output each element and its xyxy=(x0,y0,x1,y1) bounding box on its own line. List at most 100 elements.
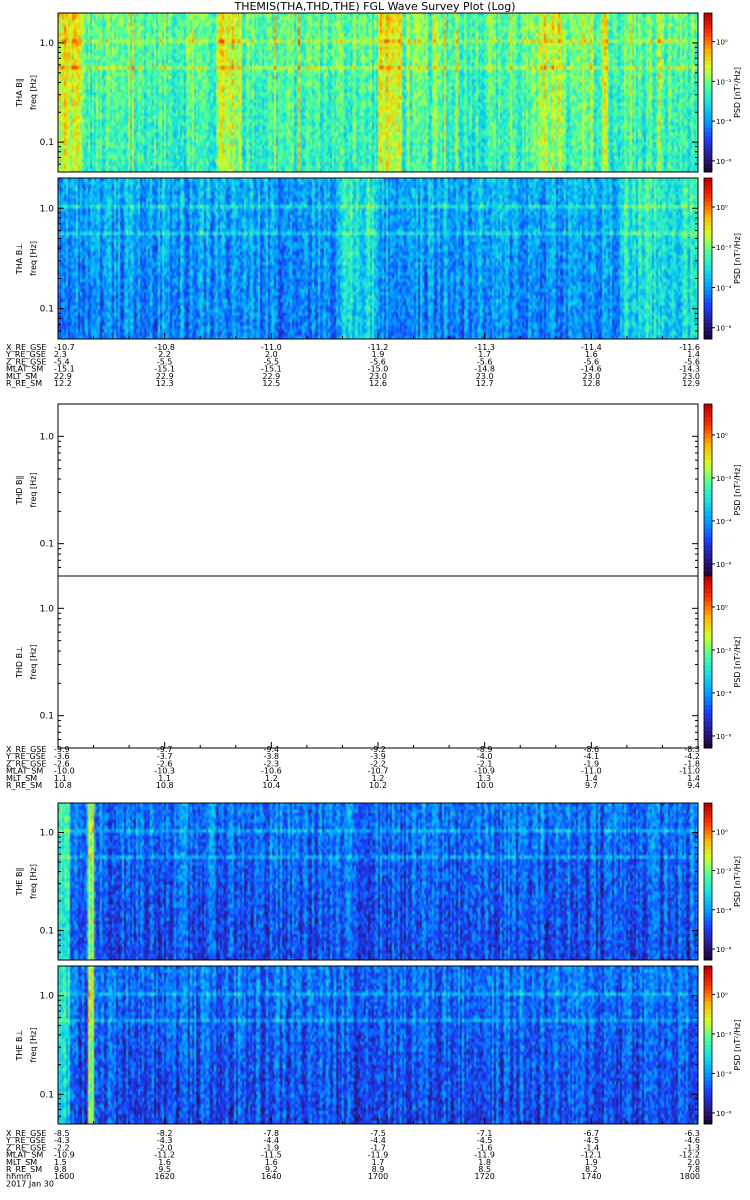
panel-label: THE B∥ xyxy=(15,868,24,897)
colorbar-step xyxy=(704,674,712,680)
colorbar-step xyxy=(704,222,712,227)
colorbar-step xyxy=(704,885,712,890)
colorbar-step xyxy=(704,897,712,902)
colorbar-step xyxy=(704,136,712,141)
ytick-label: 1.0 xyxy=(40,829,55,839)
colorbar-step xyxy=(704,226,712,231)
colorbar-step xyxy=(704,294,712,300)
colorbar-step xyxy=(704,928,712,934)
ephemeris-value: 12.7 xyxy=(476,379,494,388)
colorbar-step xyxy=(704,985,712,991)
panel-frame xyxy=(57,403,699,577)
colorbar-step xyxy=(704,1013,712,1018)
colorbar-step xyxy=(704,924,712,930)
colorbar-step xyxy=(704,905,712,910)
colorbar-step xyxy=(704,662,712,667)
colorbar-step xyxy=(704,468,712,474)
colorbar-step xyxy=(704,48,712,54)
ephemeris-row-name: R_RE_SM xyxy=(6,379,42,388)
colorbar-step xyxy=(704,1048,712,1054)
colorbar-tick-label: 10⁻⁴ xyxy=(716,690,732,698)
ephemeris-value: 1700 xyxy=(368,1172,388,1181)
ylabel: freq [Hz] xyxy=(29,75,38,110)
colorbar-step xyxy=(704,1029,712,1034)
colorbar-tick-label: 10⁻² xyxy=(716,868,732,876)
colorbar-step xyxy=(704,502,712,508)
colorbar-step xyxy=(704,330,712,336)
colorbar-step xyxy=(704,230,712,235)
colorbar-step xyxy=(704,210,712,215)
colorbar-step xyxy=(704,948,712,953)
colorbar-step xyxy=(704,464,712,469)
ephemeris-block-3: X_RE_GSE -8.5 -8.2 -7.8 -7.5 -7.1 -6.7 -6.3Y_RE… xyxy=(5,1118,700,1181)
colorbar-step xyxy=(704,644,712,650)
colorbar-step xyxy=(704,108,712,113)
colorbar-step xyxy=(704,1033,712,1038)
colorbar-step xyxy=(704,421,712,426)
ephemeris-block-1: X_RE_GSE -10.7 -10.8 -11.0 -11.2 -11.3 -11.4 -1… xyxy=(5,333,700,388)
colorbar-step xyxy=(704,940,712,945)
colorbar-tick-label: 10⁰ xyxy=(716,828,728,836)
colorbar-step xyxy=(704,649,712,654)
colorbar-step xyxy=(704,952,712,957)
colorbar-step xyxy=(704,84,712,90)
colorbar-tick-label: 10⁻⁴ xyxy=(716,1070,732,1078)
colorbar-step xyxy=(704,1088,712,1093)
colorbar-step xyxy=(704,455,712,461)
colorbar-step xyxy=(704,713,712,719)
colorbar-step xyxy=(704,1076,712,1082)
colorbar-step xyxy=(704,822,712,828)
colorbar-step xyxy=(704,636,712,641)
colorbar-step xyxy=(704,190,712,195)
colorbar-step xyxy=(704,726,712,732)
colorbar-tick-label: 10⁰ xyxy=(716,604,728,612)
colorbar-step xyxy=(704,270,712,276)
ephemeris-value: 1620 xyxy=(154,1172,174,1181)
colorbar-step xyxy=(704,40,712,46)
colorbar-step xyxy=(704,818,712,824)
colorbar-step xyxy=(704,298,712,304)
colorbar-step xyxy=(704,218,712,223)
colorbar-label: PSD [nT²/Hz] xyxy=(733,67,742,118)
colorbar-step xyxy=(704,558,712,564)
colorbar-step xyxy=(704,936,712,941)
colorbar-step xyxy=(704,152,712,157)
colorbar-step xyxy=(704,696,712,702)
panel-label: THA B∥ xyxy=(15,78,24,107)
colorbar-step xyxy=(704,477,712,482)
spectrogram-panel-1: 1.0 0.1 THA B∥ freq [Hz] 10⁰ 10⁻² 10⁻⁴ 10⁻⁶ PSD … xyxy=(15,12,742,173)
colorbar-step xyxy=(704,140,712,145)
colorbar-step xyxy=(704,28,712,34)
colorbar-step xyxy=(704,520,712,525)
colorbar-step xyxy=(704,640,712,646)
colorbar-step xyxy=(704,258,712,264)
colorbar-step xyxy=(704,739,712,745)
panel-label: THD B∥ xyxy=(15,475,24,505)
ephemeris-value: 1800 xyxy=(680,1172,700,1181)
colorbar-step xyxy=(704,908,712,914)
colorbar-step xyxy=(704,912,712,918)
colorbar-step xyxy=(704,306,712,312)
colorbar-step xyxy=(704,314,712,320)
colorbar-step xyxy=(704,156,712,161)
ephemeris-value: 12.5 xyxy=(262,379,280,388)
colorbar-step xyxy=(704,869,712,875)
colorbar-step xyxy=(704,132,712,137)
colorbar-step xyxy=(704,194,712,199)
colorbar-step xyxy=(704,969,712,975)
colorbar-step xyxy=(704,1096,712,1101)
colorbar-step xyxy=(704,498,712,504)
colorbar-step xyxy=(704,989,712,995)
ytick-label: 1.0 xyxy=(40,432,55,442)
colorbar-step xyxy=(704,116,712,121)
colorbar-step xyxy=(704,44,712,50)
colorbar-step xyxy=(704,76,712,82)
ephemeris-value: 1600 xyxy=(54,1172,74,1181)
colorbar-step xyxy=(704,246,712,251)
colorbar-step xyxy=(704,16,712,22)
ephemeris-value: 1640 xyxy=(261,1172,281,1181)
colorbar-tick-label: 10⁻⁶ xyxy=(716,561,732,569)
colorbar-step xyxy=(704,857,712,863)
ephemeris-value: 10.8 xyxy=(54,781,72,790)
colorbar-step xyxy=(704,563,712,568)
